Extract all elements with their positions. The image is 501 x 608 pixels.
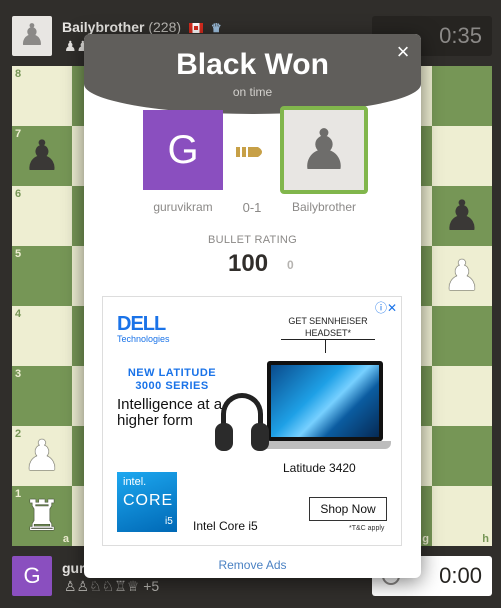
intel-i5-text: i5 [165, 516, 173, 527]
close-icon[interactable]: × [393, 41, 413, 63]
bottom-player-avatar[interactable]: G [12, 556, 52, 596]
bottom-clock-value: 0:00 [439, 563, 482, 588]
file-label: g [422, 533, 429, 545]
crown-badge-icon: ♛ [210, 21, 222, 36]
board-square-h6[interactable]: ♟ [432, 186, 492, 246]
ad-processor: Intel Core i5 [193, 519, 258, 533]
board-square-h5[interactable]: ♟ [432, 246, 492, 306]
top-player-name[interactable]: Bailybrother [62, 19, 144, 35]
ad-pointer [325, 339, 326, 353]
bottom-player-name[interactable]: gur [62, 560, 85, 576]
rank-label: 8 [15, 68, 22, 80]
dell-logo: DELL [117, 313, 166, 335]
rating-change: 0 [287, 258, 294, 272]
top-player-avatar[interactable]: ♟ [12, 16, 52, 56]
headphones-image [213, 393, 269, 457]
canada-flag-icon [188, 23, 203, 34]
board-square-h8[interactable] [432, 66, 492, 126]
rank-label: 3 [15, 368, 22, 380]
board-square-a7[interactable]: 7 ♟ [12, 126, 72, 186]
black-pawn-piece[interactable]: ♟ [12, 126, 72, 186]
ad-headset-offer: GET SENNHEISER HEADSET* [288, 316, 368, 338]
laptop-image [259, 361, 391, 453]
top-player-name-line: Bailybrother (228) ♛ [62, 19, 225, 35]
pawn-avatar-icon: ♟ [298, 118, 350, 181]
dell-logo-subtitle: Technologies [117, 334, 170, 344]
intel-logo-text: intel. [123, 476, 147, 488]
file-label: h [482, 533, 489, 545]
board-square-h2[interactable] [432, 426, 492, 486]
board-square-h3[interactable] [432, 366, 492, 426]
loser-avatar[interactable]: G [143, 110, 223, 190]
advertisement[interactable]: ⓘ✕ DELL Technologies GET SENNHEISER HEAD… [102, 296, 402, 546]
ad-series: NEW LATITUDE 3000 SERIES [127, 367, 217, 392]
bottom-captured-pieces: ♙♙♘♘♖♕ +5 [64, 578, 159, 595]
white-pawn-piece[interactable]: ♟ [12, 426, 72, 486]
board-square-h1[interactable]: h [432, 486, 492, 546]
board-square-a5[interactable]: 5 [12, 246, 72, 306]
rank-label: 6 [15, 188, 22, 200]
intel-core-badge: intel. CORE i5 [117, 472, 177, 532]
ad-terms: *T&C apply [349, 525, 385, 532]
loser-name[interactable]: guruvikram [133, 200, 233, 214]
rank-label: 5 [15, 248, 22, 260]
board-square-a2[interactable]: 2 ♟ [12, 426, 72, 486]
winner-avatar[interactable]: ♟ [280, 106, 368, 194]
ad-divider [281, 339, 375, 340]
winner-name[interactable]: Bailybrother [274, 200, 374, 214]
rank-label: 4 [15, 308, 22, 320]
board-square-a4[interactable]: 4 [12, 306, 72, 366]
board-square-a8[interactable]: 8 [12, 66, 72, 126]
board-square-a3[interactable]: 3 [12, 366, 72, 426]
bullet-icon [236, 147, 262, 157]
pawn-avatar-icon: ♟ [18, 19, 46, 52]
game-score: 0-1 [242, 200, 262, 215]
rating-label: BULLET RATING [207, 234, 298, 246]
ad-choices-icon[interactable]: ⓘ✕ [375, 299, 397, 316]
board-square-h4[interactable] [432, 306, 492, 366]
white-rook-piece[interactable]: ♜ [12, 486, 72, 546]
captured-pieces-list: ♙♙♘♘♖♕ [64, 578, 140, 594]
intel-core-text: CORE [123, 492, 174, 509]
black-pawn-piece[interactable]: ♟ [432, 186, 492, 246]
modal-header: Black Won on time × [84, 34, 421, 114]
game-over-modal: Black Won on time × G ♟ guruvikram 0-1 B… [84, 34, 421, 578]
white-pawn-piece[interactable]: ♟ [432, 246, 492, 306]
rating-value: 100 [228, 250, 269, 277]
material-advantage: +5 [143, 578, 160, 594]
ad-model: Latitude 3420 [283, 461, 356, 475]
remove-ads-link[interactable]: Remove Ads [84, 558, 421, 572]
board-square-h7[interactable] [432, 126, 492, 186]
board-square-a6[interactable]: 6 [12, 186, 72, 246]
shop-now-button[interactable]: Shop Now [309, 497, 387, 521]
top-player-rating: (228) [148, 19, 182, 35]
result-title: Black Won [176, 48, 329, 81]
board-square-a1[interactable]: 1 a ♜ [12, 486, 72, 546]
result-reason: on time [232, 85, 273, 99]
